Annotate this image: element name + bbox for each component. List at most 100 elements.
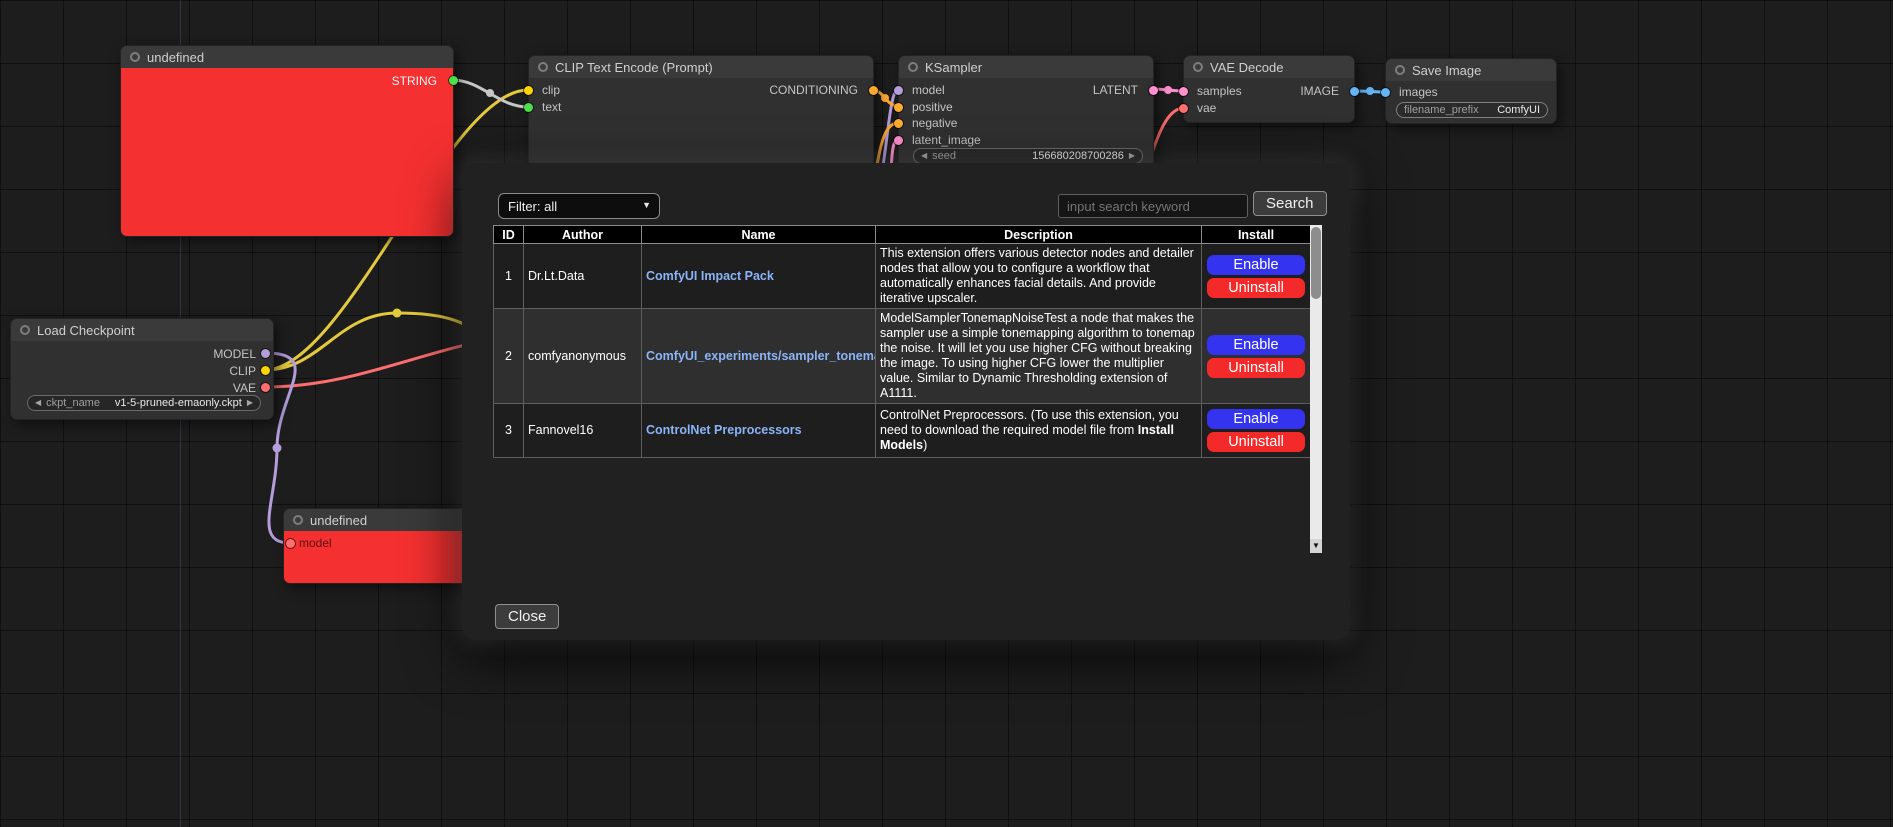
ckpt-name-widget[interactable]: ◀ ckpt_name v1-5-pruned-emaonly.ckpt ▶	[27, 395, 261, 411]
extensions-table: ID Author Name Description Install 1 Dr.…	[493, 225, 1311, 458]
node-vae-decode[interactable]: VAE Decode samples vae IMAGE	[1183, 55, 1355, 123]
uninstall-button[interactable]: Uninstall	[1207, 432, 1305, 452]
manager-dialog: Filter: all ▼ Search ID Author Name Desc…	[462, 163, 1350, 640]
workflow-canvas[interactable]: undefined STRING CLIP Text Encode (Promp…	[0, 0, 1893, 827]
extension-description: This extension offers various detector n…	[876, 244, 1202, 309]
slot-vae-input[interactable]	[1179, 104, 1188, 113]
column-header-name: Name	[642, 226, 876, 244]
extension-name-cell: ComfyUI_experiments/sampler_tonemap	[642, 309, 876, 404]
input-label-vae: vae	[1197, 101, 1216, 115]
next-arrow-icon[interactable]: ▶	[247, 399, 253, 407]
node-title: VAE Decode	[1210, 60, 1283, 75]
node-title: Save Image	[1412, 63, 1481, 78]
slot-model-output[interactable]	[261, 349, 270, 358]
node-header[interactable]: undefined	[121, 46, 453, 68]
collapse-dot-icon[interactable]	[293, 515, 303, 525]
seed-widget[interactable]: ◀ seed 156680208700286 ▶	[913, 148, 1143, 164]
wire-midpoint-dot	[1366, 87, 1374, 95]
scrollbar-thumb[interactable]	[1311, 227, 1321, 299]
filename-prefix-widget[interactable]: filename_prefix ComfyUI	[1396, 102, 1548, 118]
collapse-dot-icon[interactable]	[20, 325, 30, 335]
node-ksampler[interactable]: KSampler model positive negative latent_…	[898, 55, 1154, 169]
input-label-model: model	[299, 536, 332, 550]
wire-midpoint-dot	[1164, 86, 1172, 94]
enable-button[interactable]: Enable	[1207, 335, 1305, 355]
install-cell: Enable Uninstall	[1202, 244, 1311, 309]
slot-clip-output[interactable]	[261, 366, 270, 375]
output-label-string: STRING	[392, 74, 437, 88]
slot-image-output[interactable]	[1350, 87, 1359, 96]
extension-author: Fannovel16	[524, 404, 642, 458]
extension-link[interactable]: ComfyUI_experiments/sampler_tonemap	[646, 349, 876, 363]
collapse-dot-icon[interactable]	[130, 52, 140, 62]
seed-widget-value: 156680208700286	[1032, 150, 1124, 162]
input-label-images: images	[1399, 85, 1438, 99]
output-label-latent: LATENT	[1093, 83, 1138, 97]
close-button[interactable]: Close	[495, 604, 559, 629]
scrollbar[interactable]: ▼	[1310, 225, 1322, 553]
extension-link[interactable]: ComfyUI Impact Pack	[646, 269, 774, 283]
uninstall-button[interactable]: Uninstall	[1207, 358, 1305, 378]
input-label-clip: clip	[542, 83, 560, 97]
slot-positive-input[interactable]	[894, 103, 903, 112]
node-header[interactable]: Load Checkpoint	[11, 319, 273, 341]
node-load-checkpoint[interactable]: Load Checkpoint MODEL CLIP VAE ◀ ckpt_na…	[10, 318, 274, 420]
node-title: KSampler	[925, 60, 982, 75]
slot-text-input[interactable]	[524, 103, 533, 112]
slot-clip-input[interactable]	[524, 86, 533, 95]
node-title: undefined	[310, 513, 367, 528]
slot-model-input[interactable]	[894, 86, 903, 95]
install-cell: Enable Uninstall	[1202, 404, 1311, 458]
node-header[interactable]: Save Image	[1386, 59, 1556, 81]
enable-button[interactable]: Enable	[1207, 255, 1305, 275]
output-label-model: MODEL	[213, 347, 256, 361]
node-header[interactable]: CLIP Text Encode (Prompt)	[529, 56, 873, 78]
input-label-latent-image: latent_image	[912, 133, 981, 147]
column-header-author: Author	[524, 226, 642, 244]
filter-select-wrap: Filter: all ▼	[498, 193, 660, 219]
node-header[interactable]: VAE Decode	[1184, 56, 1354, 78]
slot-samples-input[interactable]	[1179, 87, 1188, 96]
node-undefined-top[interactable]: undefined STRING	[120, 45, 454, 237]
output-label-clip: CLIP	[229, 364, 256, 378]
search-button[interactable]: Search	[1253, 191, 1327, 216]
table-row: 2 comfyanonymous ComfyUI_experiments/sam…	[494, 309, 1311, 404]
enable-button[interactable]: Enable	[1207, 409, 1305, 429]
filter-select[interactable]: Filter: all	[498, 193, 660, 219]
input-label-samples: samples	[1197, 84, 1242, 98]
wire-midpoint-dot	[486, 89, 494, 97]
increment-arrow-icon[interactable]: ▶	[1129, 152, 1135, 160]
decrement-arrow-icon[interactable]: ◀	[921, 152, 927, 160]
collapse-dot-icon[interactable]	[538, 62, 548, 72]
install-cell: Enable Uninstall	[1202, 309, 1311, 404]
node-title: undefined	[147, 50, 204, 65]
ckpt-name-value: v1-5-pruned-emaonly.ckpt	[115, 397, 242, 409]
collapse-dot-icon[interactable]	[908, 62, 918, 72]
slot-images-input[interactable]	[1381, 88, 1390, 97]
slot-latent-image-input[interactable]	[894, 136, 903, 145]
node-clip-text-encode[interactable]: CLIP Text Encode (Prompt) clip text COND…	[528, 55, 874, 167]
input-label-negative: negative	[912, 116, 957, 130]
scroll-down-button[interactable]: ▼	[1310, 539, 1322, 553]
wire-midpoint-dot	[881, 94, 889, 102]
extension-link[interactable]: ControlNet Preprocessors	[646, 423, 802, 437]
node-header[interactable]: KSampler	[899, 56, 1153, 78]
table-row: 1 Dr.Lt.Data ComfyUI Impact Pack This ex…	[494, 244, 1311, 309]
slot-model-input[interactable]	[286, 539, 295, 548]
extension-author: Dr.Lt.Data	[524, 244, 642, 309]
seed-widget-label: seed	[932, 150, 956, 162]
slot-conditioning-output[interactable]	[869, 86, 878, 95]
collapse-dot-icon[interactable]	[1193, 62, 1203, 72]
slot-vae-output[interactable]	[261, 383, 270, 392]
node-save-image[interactable]: Save Image images filename_prefix ComfyU…	[1385, 58, 1557, 124]
extension-name-cell: ComfyUI Impact Pack	[642, 244, 876, 309]
slot-latent-output[interactable]	[1149, 86, 1158, 95]
slot-string-output[interactable]	[449, 76, 458, 85]
uninstall-button[interactable]: Uninstall	[1207, 278, 1305, 298]
previous-arrow-icon[interactable]: ◀	[35, 399, 41, 407]
slot-negative-input[interactable]	[894, 119, 903, 128]
search-input[interactable]	[1058, 194, 1248, 218]
extension-id: 2	[494, 309, 524, 404]
collapse-dot-icon[interactable]	[1395, 65, 1405, 75]
ckpt-name-label: ckpt_name	[46, 397, 100, 409]
